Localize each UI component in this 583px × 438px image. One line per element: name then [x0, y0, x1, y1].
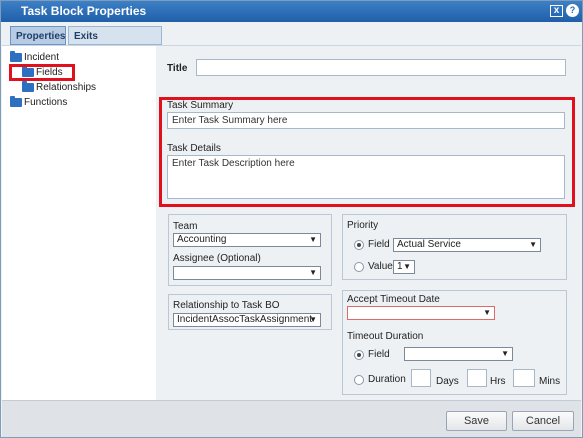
tree-item-relationships[interactable]: Relationships	[22, 81, 97, 93]
days-input[interactable]	[411, 369, 431, 387]
task-details-textarea[interactable]: Enter Task Description here	[167, 155, 565, 199]
task-summary-label: Task Summary	[167, 100, 234, 111]
priority-field-select-value: Actual Service	[397, 239, 461, 250]
chevron-down-icon: ▼	[403, 262, 411, 271]
task-block-properties-window: Task Block Properties x ? Properties Exi…	[0, 0, 583, 438]
tree-item-functions[interactable]: Functions	[10, 96, 68, 108]
accept-timeout-select[interactable]: ▼	[347, 306, 495, 320]
priority-value-radio[interactable]	[354, 262, 364, 272]
content-frame: Incident Fields Relationships Functions …	[2, 45, 581, 401]
timeout-field-select[interactable]: ▼	[404, 347, 513, 361]
priority-label: Priority	[347, 220, 379, 231]
duration-label: Duration	[368, 374, 406, 385]
mins-label: Mins	[539, 376, 561, 387]
chevron-down-icon: ▼	[529, 240, 537, 249]
relationship-select[interactable]: IncidentAssocTaskAssignment ▼	[173, 313, 321, 327]
duration-radio[interactable]	[354, 375, 364, 385]
priority-panel: Priority Field Actual Service ▼ Value 1 …	[342, 214, 567, 280]
team-panel: Team Accounting ▼ Assignee (Optional) ▼	[168, 214, 332, 286]
close-icon[interactable]: x	[550, 5, 563, 17]
title-bar: Task Block Properties x ?	[1, 1, 582, 22]
task-details-label: Task Details	[167, 143, 221, 154]
tree-item-incident[interactable]: Incident	[10, 51, 60, 63]
tree-item-label: Incident	[24, 52, 60, 63]
tab-properties[interactable]: Properties	[10, 26, 66, 45]
team-select-value: Accounting	[177, 234, 227, 245]
chevron-down-icon: ▼	[483, 308, 491, 317]
tab-exits-configuration[interactable]: Exits Configuration	[68, 26, 162, 61]
object-tree: Incident Fields Relationships Functions	[2, 46, 154, 401]
hrs-input[interactable]	[467, 369, 487, 387]
timeout-field-radio[interactable]	[354, 350, 364, 360]
priority-field-select[interactable]: Actual Service ▼	[393, 238, 541, 252]
chevron-down-icon: ▼	[501, 349, 509, 358]
assignee-label: Assignee (Optional)	[173, 253, 261, 264]
mins-input[interactable]	[513, 369, 535, 387]
timeout-field-label: Field	[368, 349, 390, 360]
timeout-panel: Accept Timeout Date ▼ Timeout Duration F…	[342, 290, 567, 395]
priority-value-select-value: 1	[397, 261, 403, 272]
folder-icon	[10, 51, 22, 62]
title-label: Title	[167, 63, 188, 74]
team-select[interactable]: Accounting ▼	[173, 233, 321, 247]
relationship-select-value: IncidentAssocTaskAssignment	[177, 314, 313, 325]
team-label: Team	[173, 221, 198, 232]
properties-panel: Title Task Summary Enter Task Summary he…	[156, 46, 581, 401]
title-input[interactable]	[196, 59, 566, 76]
hrs-label: Hrs	[490, 376, 506, 387]
priority-value-label: Value	[368, 261, 393, 272]
folder-icon	[10, 96, 22, 107]
help-icon[interactable]: ?	[566, 4, 579, 17]
relationship-label: Relationship to Task BO	[173, 300, 280, 311]
cancel-button[interactable]: Cancel	[512, 411, 574, 431]
priority-field-radio[interactable]	[354, 240, 364, 250]
days-label: Days	[436, 376, 459, 387]
fields-highlight-box	[9, 64, 75, 81]
chevron-down-icon: ▼	[309, 315, 317, 324]
dialog-footer: Save Cancel	[2, 400, 581, 437]
assignee-select[interactable]: ▼	[173, 266, 321, 280]
save-button[interactable]: Save	[446, 411, 507, 431]
chevron-down-icon: ▼	[309, 235, 317, 244]
tree-item-label: Relationships	[36, 82, 97, 93]
priority-field-label: Field	[368, 239, 390, 250]
task-summary-input[interactable]: Enter Task Summary here	[167, 112, 565, 129]
chevron-down-icon: ▼	[309, 268, 317, 277]
relationship-panel: Relationship to Task BO IncidentAssocTas…	[168, 294, 332, 330]
timeout-duration-label: Timeout Duration	[347, 331, 424, 342]
priority-value-select[interactable]: 1 ▼	[393, 260, 415, 274]
tree-item-label: Functions	[24, 97, 68, 108]
accept-timeout-label: Accept Timeout Date	[347, 294, 440, 305]
window-title: Task Block Properties	[21, 4, 147, 18]
folder-icon	[22, 81, 34, 92]
